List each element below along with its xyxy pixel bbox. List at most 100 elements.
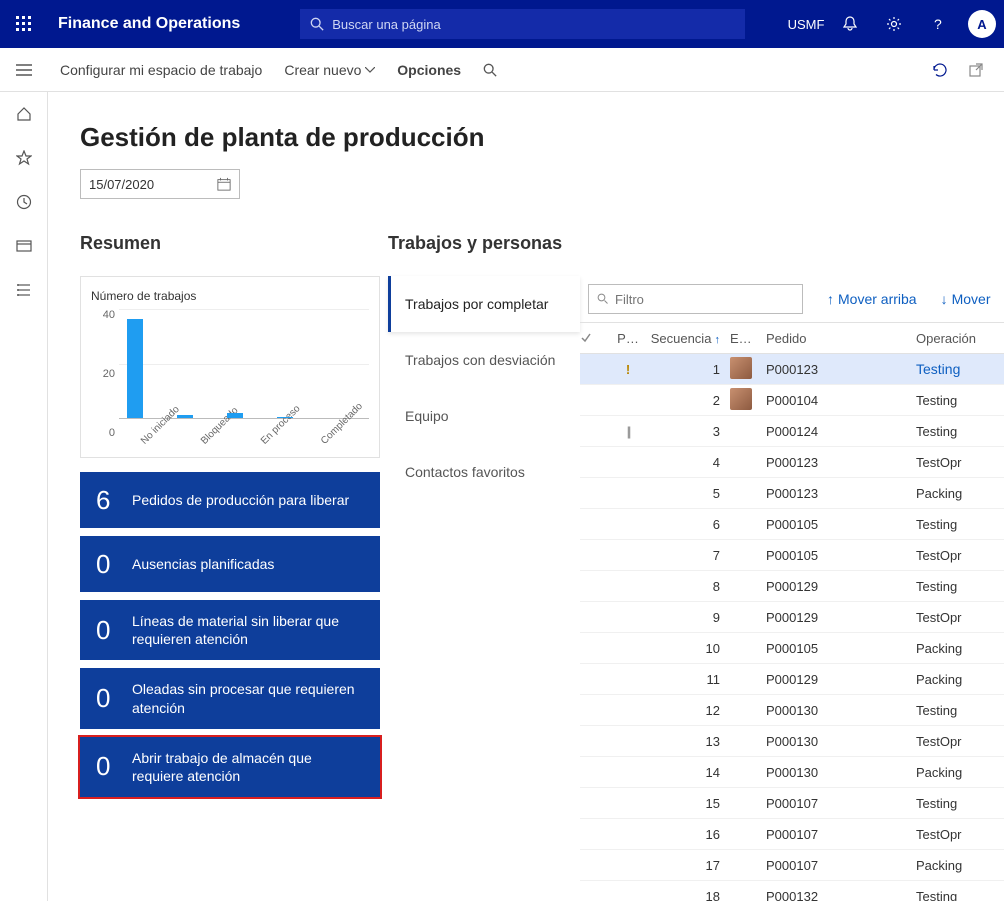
row-sequence: 16 xyxy=(644,827,730,842)
table-row[interactable]: 9 P000129TestOpr xyxy=(580,602,1004,633)
tile-number: 0 xyxy=(96,549,132,580)
table-row[interactable]: 14P000130Packing xyxy=(580,757,1004,788)
configure-workspace-button[interactable]: Configurar mi espacio de trabajo xyxy=(60,62,262,78)
row-order: P000107 xyxy=(766,796,916,811)
table-row[interactable]: 11P000129Packing xyxy=(580,664,1004,695)
summary-tile[interactable]: 0Líneas de material sin liberar que requ… xyxy=(80,600,380,660)
summary-tile[interactable]: 6Pedidos de producción para liberar xyxy=(80,472,380,528)
row-sequence: 9 xyxy=(644,610,730,625)
row-order: P000123 xyxy=(766,455,916,470)
table-row[interactable]: 4P000123TestOpr xyxy=(580,447,1004,478)
tab[interactable]: Contactos favoritos xyxy=(388,444,580,500)
row-order: P000132 xyxy=(766,889,916,901)
action-search-icon[interactable] xyxy=(483,63,497,77)
row-sequence: 11 xyxy=(644,672,730,687)
table-row[interactable]: 18P000132Testing xyxy=(580,881,1004,901)
waffle-icon[interactable] xyxy=(0,0,48,48)
row-sequence: 3 xyxy=(644,424,730,439)
resumen-panel: Resumen Número de trabajos 40200 No inic… xyxy=(80,233,380,901)
search-input[interactable] xyxy=(332,17,735,32)
chevron-down-icon xyxy=(365,67,375,73)
filter-input[interactable] xyxy=(615,292,794,307)
left-rail xyxy=(0,92,48,901)
grid-header: P… Secuencia E… Pedido Operación xyxy=(580,323,1004,354)
page-title: Gestión de planta de producción xyxy=(80,122,1004,153)
rail-modules-icon[interactable] xyxy=(0,268,48,312)
table-row[interactable]: 2P000104Testing xyxy=(580,385,1004,416)
table-row[interactable]: !1P000123Testing xyxy=(580,354,1004,385)
row-operation: Testing xyxy=(916,393,986,408)
rail-star-icon[interactable] xyxy=(0,136,48,180)
table-row[interactable]: 12P000130Testing xyxy=(580,695,1004,726)
chart-bar xyxy=(227,413,243,419)
rail-home-icon[interactable] xyxy=(0,92,48,136)
table-row[interactable]: 13P000130TestOpr xyxy=(580,726,1004,757)
table-row[interactable]: 10P000105Packing xyxy=(580,633,1004,664)
date-field[interactable]: 15/07/2020 xyxy=(80,169,240,199)
row-employee xyxy=(730,388,766,413)
row-order: P000104 xyxy=(766,393,916,408)
calendar-icon xyxy=(217,177,231,191)
search-box[interactable] xyxy=(300,9,745,39)
row-order: P000130 xyxy=(766,765,916,780)
bell-icon[interactable] xyxy=(828,0,872,48)
filter-box[interactable] xyxy=(588,284,803,314)
top-right-controls: USMF ? A xyxy=(784,0,1004,48)
create-new-button[interactable]: Crear nuevo xyxy=(284,62,375,78)
company-picker[interactable]: USMF xyxy=(784,0,828,48)
chart-area: 40200 No iniciadoBloqueadoEn procesoComp… xyxy=(91,309,369,449)
rail-recent-icon[interactable] xyxy=(0,180,48,224)
summary-tiles: 6Pedidos de producción para liberar 0Ause… xyxy=(80,472,380,797)
hamburger-icon[interactable] xyxy=(0,48,48,92)
main-content: Gestión de planta de producción 15/07/20… xyxy=(48,92,1004,901)
row-order: P000129 xyxy=(766,610,916,625)
table-row[interactable]: 16P000107TestOpr xyxy=(580,819,1004,850)
tab[interactable]: Equipo xyxy=(388,388,580,444)
topnav: Finance and Operations USMF ? A xyxy=(0,0,1004,48)
refresh-icon[interactable] xyxy=(922,48,958,92)
row-sequence: 14 xyxy=(644,765,730,780)
row-operation: Testing xyxy=(916,796,986,811)
move-up-button[interactable]: ↑Mover arriba xyxy=(827,291,917,307)
row-order: P000123 xyxy=(766,486,916,501)
tab[interactable]: Trabajos con desviación xyxy=(388,332,580,388)
row-order: P000129 xyxy=(766,579,916,594)
row-operation: Testing xyxy=(916,889,986,901)
table-row[interactable]: 17P000107Packing xyxy=(580,850,1004,881)
options-button[interactable]: Opciones xyxy=(397,62,461,78)
move-down-button[interactable]: ↓Mover xyxy=(941,291,991,307)
table-row[interactable]: 6P000105Testing xyxy=(580,509,1004,540)
table-row[interactable]: ||3P000124Testing xyxy=(580,416,1004,447)
gear-icon[interactable] xyxy=(872,0,916,48)
arrow-down-icon: ↓ xyxy=(941,291,948,307)
col-checkbox[interactable] xyxy=(580,332,612,344)
table-row[interactable]: 7P000105TestOpr xyxy=(580,540,1004,571)
row-sequence: 10 xyxy=(644,641,730,656)
row-operation: TestOpr xyxy=(916,610,986,625)
table-row[interactable]: 8P000129Testing xyxy=(580,571,1004,602)
employee-avatar xyxy=(730,357,752,379)
table-row[interactable]: 5P000123Packing xyxy=(580,478,1004,509)
col-operation[interactable]: Operación xyxy=(916,331,986,346)
row-sequence: 8 xyxy=(644,579,730,594)
arrow-up-icon: ↑ xyxy=(827,291,834,307)
col-sequence[interactable]: Secuencia xyxy=(644,331,730,346)
row-priority: ! xyxy=(612,362,644,377)
tile-number: 0 xyxy=(96,615,132,646)
col-employee[interactable]: E… xyxy=(730,331,766,346)
tab-list: Trabajos por completarTrabajos con desvi… xyxy=(388,276,580,500)
tile-number: 6 xyxy=(96,485,132,516)
rail-workspace-icon[interactable] xyxy=(0,224,48,268)
popout-icon[interactable] xyxy=(958,48,994,92)
col-order[interactable]: Pedido xyxy=(766,331,916,346)
chart-card: Número de trabajos 40200 No iniciadoBloq… xyxy=(80,276,380,458)
col-priority[interactable]: P… xyxy=(612,331,644,346)
help-icon[interactable]: ? xyxy=(916,0,960,48)
user-avatar[interactable]: A xyxy=(960,0,1004,48)
summary-tile[interactable]: 0Oleadas sin procesar que requieren aten… xyxy=(80,668,380,728)
row-operation: Testing xyxy=(916,361,986,377)
table-row[interactable]: 15P000107Testing xyxy=(580,788,1004,819)
tab[interactable]: Trabajos por completar xyxy=(388,276,580,332)
summary-tile[interactable]: 0Ausencias planificadas xyxy=(80,536,380,592)
summary-tile[interactable]: 0Abrir trabajo de almacén que requiere a… xyxy=(80,737,380,797)
